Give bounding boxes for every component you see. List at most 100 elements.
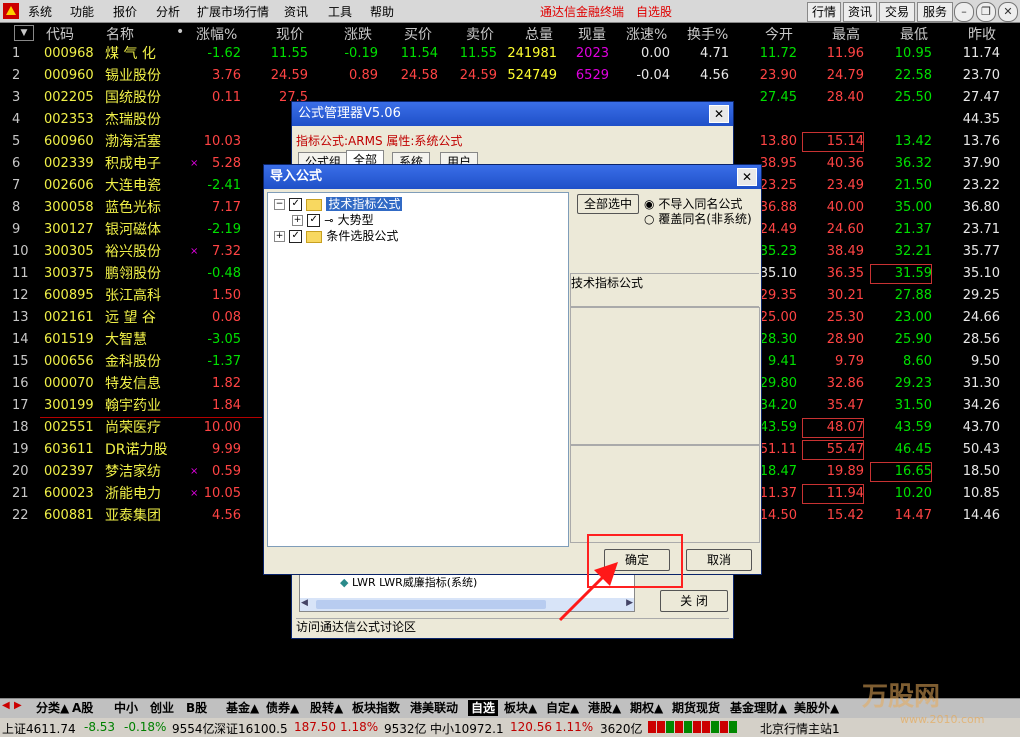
bottom-tab[interactable]: 自定▲: [546, 700, 579, 716]
close-icon[interactable]: ✕: [998, 2, 1018, 22]
cell-high: 30.21: [826, 288, 864, 303]
tab-scroll-left-icon[interactable]: ◀: [2, 700, 10, 711]
menu-quote[interactable]: 报价: [113, 3, 137, 20]
trade-button[interactable]: 交易: [879, 2, 915, 22]
server-name[interactable]: 北京行情主站1: [760, 720, 840, 737]
col-high[interactable]: 最高: [832, 24, 860, 43]
menu-help[interactable]: 帮助: [370, 3, 394, 20]
cell-idx: 13: [12, 310, 29, 325]
bottom-tab[interactable]: 基金▲: [226, 700, 259, 716]
cell-code: 600881: [44, 508, 94, 523]
import-close-icon[interactable]: ✕: [737, 168, 757, 186]
bottom-tab[interactable]: 股转▲: [310, 700, 343, 716]
bottom-tab[interactable]: 创业: [150, 700, 174, 716]
margin-mark-icon: ×: [190, 488, 199, 499]
zx-index[interactable]: 中小10972.1: [430, 720, 504, 737]
scroll-left-icon[interactable]: ◀: [301, 598, 308, 608]
menu-analysis[interactable]: 分析: [156, 3, 180, 20]
restore-icon[interactable]: ❐: [976, 2, 996, 22]
select-all-button[interactable]: 全部选中: [577, 194, 639, 214]
bottom-tab[interactable]: 基金理财▲: [730, 700, 787, 716]
bottom-tab[interactable]: 分类▲: [36, 700, 69, 716]
news-button[interactable]: 资讯: [843, 2, 877, 22]
menu-function[interactable]: 功能: [70, 3, 94, 20]
bottom-tab[interactable]: 中小: [114, 700, 138, 716]
bottom-tab[interactable]: 板块指数: [352, 700, 400, 716]
cell-prev: 24.66: [962, 310, 1000, 325]
sz-index[interactable]: 深证16100.5: [214, 720, 288, 737]
col-code[interactable]: 代码: [46, 24, 74, 43]
col-ask[interactable]: 卖价: [466, 24, 494, 43]
cell-prev: 29.25: [962, 288, 1000, 303]
col-open[interactable]: 今开: [765, 24, 793, 43]
cell-low: 31.59: [870, 264, 932, 284]
checkbox-checked-icon[interactable]: ✓: [307, 214, 321, 227]
margin-mark-icon: ×: [190, 158, 199, 169]
tree-node-market[interactable]: + ✓ ⊸ 大势型: [292, 211, 374, 227]
menu-extended-market[interactable]: 扩展市场行情: [197, 3, 269, 20]
radio-unselected-icon[interactable]: ○: [644, 212, 654, 226]
cell-name: 鹏翎股份: [105, 266, 161, 282]
bottom-tab[interactable]: 美股外▲: [794, 700, 839, 716]
bottom-tab[interactable]: 港美联动: [410, 700, 458, 716]
radio-overwrite-duplicates[interactable]: ○ 覆盖同名(非系统): [644, 210, 752, 227]
import-titlebar[interactable]: 导入公式 ✕: [264, 165, 761, 189]
checkbox-checked-icon[interactable]: ✓: [289, 230, 303, 243]
cell-prev: 35.77: [962, 244, 1000, 259]
tree-node-tech[interactable]: − ✓ 技术指标公式: [274, 195, 403, 211]
menu-tools[interactable]: 工具: [328, 3, 352, 20]
forum-link[interactable]: 访问通达信公式讨论区: [296, 618, 729, 635]
col-low[interactable]: 最低: [900, 24, 928, 43]
col-speed[interactable]: 涨速%: [626, 24, 667, 43]
col-diff[interactable]: 涨跌: [344, 24, 372, 43]
cell-idx: 20: [12, 464, 29, 479]
cell-prev: 44.35: [962, 112, 1000, 127]
cell-low: 21.50: [894, 178, 932, 193]
cell-prev: 50.43: [962, 442, 1000, 457]
quote-button[interactable]: 行情: [807, 2, 841, 22]
service-button[interactable]: 服务: [917, 2, 953, 22]
col-turnover[interactable]: 换手%: [687, 24, 728, 43]
cell-high: 36.35: [826, 266, 864, 281]
app-logo-icon[interactable]: [3, 3, 19, 19]
col-price[interactable]: 现价: [276, 24, 304, 43]
collapse-icon[interactable]: −: [274, 199, 285, 210]
tree-node-screening[interactable]: + ✓ 条件选股公式: [274, 227, 398, 243]
minimize-icon[interactable]: –: [954, 2, 974, 22]
formula-manager-close-button[interactable]: 关 闭: [660, 590, 728, 612]
scroll-thumb[interactable]: [316, 600, 546, 609]
bottom-tab[interactable]: 债券▲: [266, 700, 299, 716]
menu-bar: 系统 功能 报价 分析 扩展市场行情 资讯 工具 帮助 通达信金融终端 自选股 …: [0, 0, 1020, 23]
formula-manager-titlebar[interactable]: 公式管理器V5.06 ✕: [292, 102, 733, 126]
preview-panel: [570, 445, 760, 543]
bottom-tab[interactable]: 自选: [468, 700, 499, 716]
list-item[interactable]: ◆ LWR LWR威廉指标(系统): [340, 574, 477, 590]
radio-selected-icon[interactable]: ◉: [644, 197, 654, 211]
bottom-tab[interactable]: 期权▲: [630, 700, 663, 716]
formula-tree[interactable]: − ✓ 技术指标公式 + ✓ ⊸ 大势型 + ✓ 条件选股公式: [267, 192, 569, 547]
cancel-button[interactable]: 取消: [686, 549, 752, 571]
cell-name: 翰宇药业: [105, 398, 161, 414]
menu-info[interactable]: 资讯: [284, 3, 308, 20]
menu-system[interactable]: 系统: [28, 3, 52, 20]
formula-manager-close-icon[interactable]: ✕: [709, 105, 729, 123]
bottom-tab[interactable]: A股: [72, 700, 93, 716]
watermark: 万股网: [862, 682, 941, 712]
bottom-tab[interactable]: 港股▲: [588, 700, 621, 716]
tab-scroll-right-icon[interactable]: ▶: [14, 700, 22, 711]
cell-prev: 14.46: [962, 508, 1000, 523]
col-bid[interactable]: 买价: [404, 24, 432, 43]
expand-icon[interactable]: +: [274, 231, 285, 242]
sh-index[interactable]: 上证4611.74: [2, 720, 76, 737]
col-current-volume[interactable]: 现量: [578, 24, 606, 43]
bottom-tab[interactable]: B股: [186, 700, 207, 716]
sort-dropdown-icon[interactable]: ▼: [14, 25, 34, 41]
expand-icon[interactable]: +: [292, 215, 303, 226]
bottom-tab[interactable]: 板块▲: [504, 700, 537, 716]
col-volume[interactable]: 总量: [525, 24, 553, 43]
col-prev-close[interactable]: 昨收: [968, 24, 996, 43]
col-change-pct[interactable]: 涨幅%: [196, 24, 237, 43]
col-name[interactable]: 名称: [106, 24, 134, 43]
checkbox-checked-icon[interactable]: ✓: [289, 198, 303, 211]
bottom-tab[interactable]: 期货现货: [672, 700, 720, 716]
